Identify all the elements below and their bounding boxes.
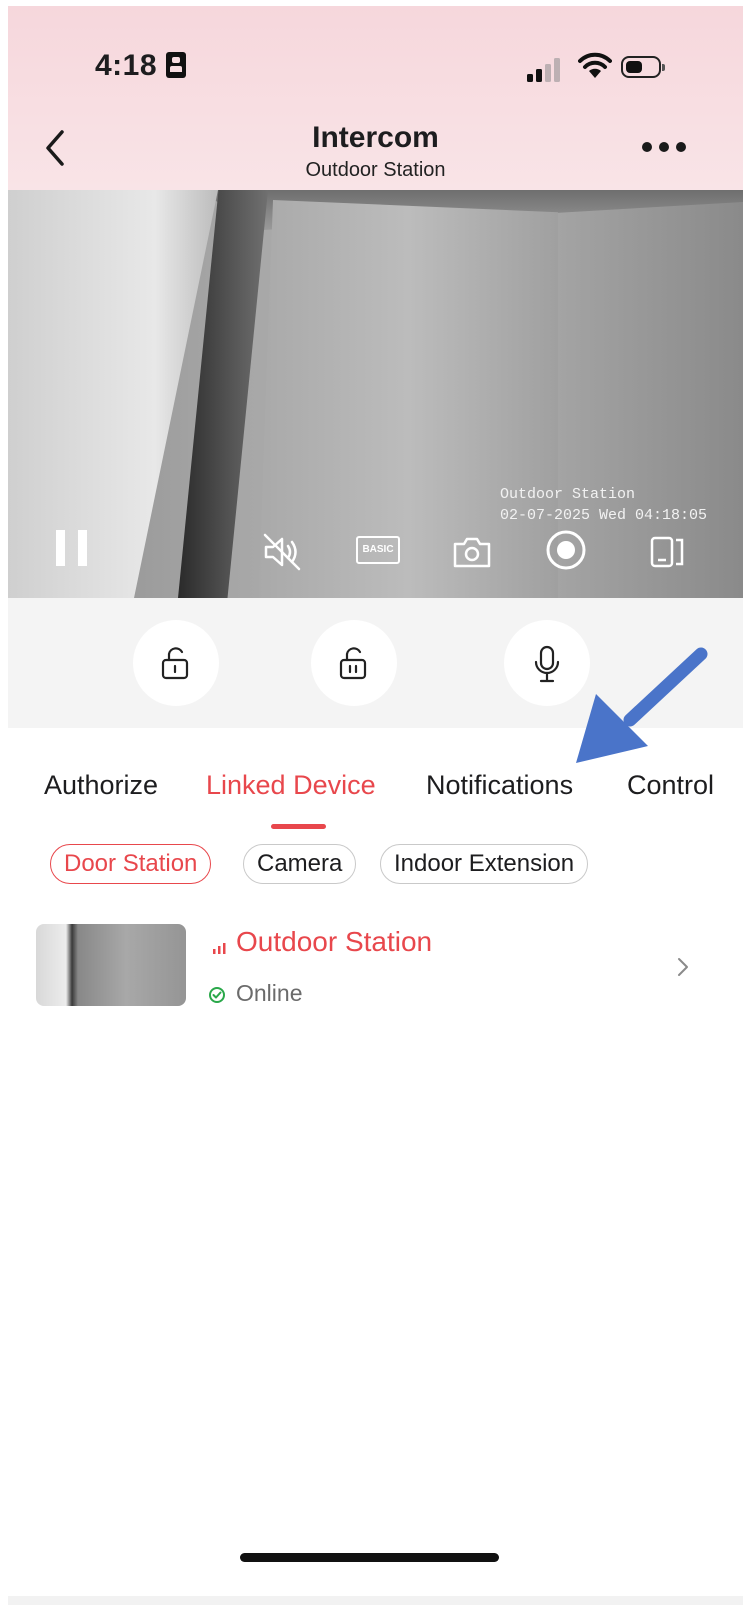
unlock-icon [339, 647, 367, 680]
live-video[interactable]: Outdoor Station 02-07-2025 Wed 04:18:05 B… [8, 190, 743, 598]
filter-camera[interactable]: Camera [243, 844, 357, 884]
page-title: Intercom [312, 121, 439, 154]
tab-notifications[interactable]: Notifications [426, 770, 573, 801]
chevron-right-icon [678, 958, 688, 976]
cellular-signal-icon [527, 58, 560, 82]
annotation-arrow-icon [576, 647, 708, 763]
osd-device-name: Outdoor Station [500, 486, 636, 503]
tab-authorize[interactable]: Authorize [44, 770, 158, 801]
status-time: 4:18 [95, 49, 158, 82]
dot-icon [659, 142, 669, 152]
device-name: Outdoor Station [236, 926, 433, 957]
tab-control[interactable]: Control [627, 770, 714, 801]
pause-button[interactable] [56, 530, 88, 574]
app-frame: 4:18 Intercom Outdoor Station Outdoor St… [8, 6, 743, 1605]
bottom-safe-area [8, 1596, 743, 1605]
unlock-button-1[interactable] [133, 620, 219, 706]
contact-card-icon [166, 52, 186, 78]
pause-icon [56, 530, 65, 566]
microphone-icon [534, 645, 560, 683]
dot-icon [642, 142, 652, 152]
dot-icon [676, 142, 686, 152]
wifi-icon [578, 52, 612, 78]
quality-toggle-button[interactable]: BASIC [356, 536, 400, 564]
filter-door-station[interactable]: Door Station [50, 844, 212, 884]
page-subtitle: Outdoor Station [305, 159, 446, 181]
pause-icon [78, 530, 87, 566]
video-osd: Outdoor Station 02-07-2025 Wed 04:18:05 [500, 484, 707, 526]
more-options-button[interactable] [636, 136, 692, 156]
battery-icon [621, 56, 665, 78]
device-type-filters: Door Station Camera Indoor Extension [8, 844, 743, 888]
signal-strength-icon [213, 943, 226, 954]
unlock-button-2[interactable] [311, 620, 397, 706]
mute-button[interactable] [262, 530, 302, 574]
video-scene [258, 200, 558, 598]
tab-bar: Authorize Linked Device Notifications Co… [8, 770, 743, 810]
online-check-icon [209, 987, 225, 1003]
list-item[interactable]: Outdoor Station Online [8, 918, 743, 1018]
snapshot-button[interactable] [452, 530, 492, 574]
unlock-icon [161, 647, 189, 680]
header: 4:18 Intercom Outdoor Station [8, 6, 743, 190]
filter-indoor-extension[interactable]: Indoor Extension [380, 844, 589, 884]
tab-linked-device[interactable]: Linked Device [206, 770, 376, 801]
record-button[interactable] [544, 530, 588, 574]
active-tab-indicator [271, 824, 326, 829]
osd-timestamp: 02-07-2025 Wed 04:18:05 [500, 507, 708, 524]
device-status: Online [236, 980, 303, 1006]
device-thumbnail [36, 924, 186, 1006]
switch-screen-button[interactable] [648, 530, 688, 574]
home-indicator[interactable] [240, 1553, 499, 1562]
